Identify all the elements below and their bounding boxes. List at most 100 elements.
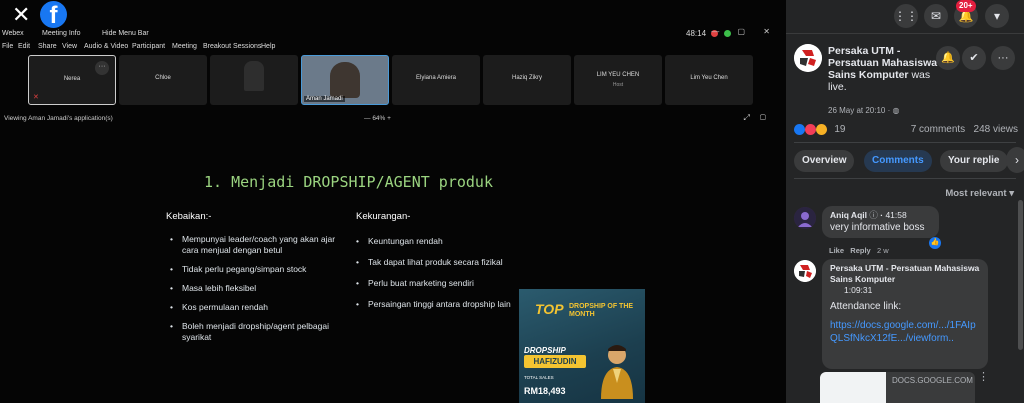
list-item: Tak dapat lihat produk secara fizikal (356, 257, 524, 268)
promo-dropship-label: DROPSHIP (524, 346, 566, 355)
menu-meeting[interactable]: Meeting (172, 43, 197, 50)
promo-total-label: TOTAL SALES (524, 375, 554, 380)
participant-tile[interactable]: Haziq Zikry (483, 55, 571, 105)
chevron-right-icon[interactable]: › (1006, 147, 1024, 173)
video-pane: ✕ f Webex Meeting Info Hide Menu Bar 48:… (0, 0, 786, 403)
comment-author[interactable]: Persaka UTM - Persatuan Mahasiswa Sains … (830, 263, 980, 285)
wow-reaction-icon (815, 124, 827, 135)
engagement-counts: 7 comments 248 views (911, 124, 1018, 135)
divider (794, 178, 1016, 179)
save-post-icon[interactable]: ✔ (962, 46, 986, 70)
globe-icon: ◍ (892, 106, 900, 115)
menu-view[interactable]: View (62, 43, 77, 50)
avatar[interactable] (794, 207, 816, 229)
comment-text: very informative boss (830, 222, 925, 233)
hide-menu-bar-link[interactable]: Hide Menu Bar (102, 30, 149, 37)
menu-file[interactable]: File (2, 43, 13, 50)
person-photo-icon (601, 345, 633, 399)
meeting-timer: 48:14 (686, 29, 707, 38)
info-icon: ⓘ (869, 210, 878, 220)
menu-participant[interactable]: Participant (132, 43, 165, 50)
page-name-link[interactable]: Persaka UTM - Persatuan Mahasiswa Sains … (828, 45, 943, 93)
participant-tile-active[interactable]: Aman Jamadi (301, 55, 389, 105)
participant-video (244, 61, 264, 91)
menu-share[interactable]: Share (38, 43, 57, 50)
participant-tile[interactable] (210, 55, 298, 105)
persaka-logo-icon (794, 44, 822, 72)
tab-your-replies[interactable]: Your replie (940, 150, 1008, 172)
slide-title: 1. Menjadi DROPSHIP/AGENT produk (204, 173, 493, 191)
comment-reply-link[interactable]: Reply (850, 246, 870, 255)
menu-help[interactable]: Help (261, 43, 275, 50)
bell-icon[interactable]: 🔔 (936, 46, 960, 70)
chevron-down-icon: ▾ (1009, 188, 1014, 199)
persaka-logo-icon (794, 260, 816, 282)
comment-text: Attendance link: (830, 301, 902, 312)
list-item: Perlu buat marketing sendiri (356, 278, 524, 289)
participant-name: Nerea (63, 76, 81, 82)
sort-dropdown[interactable]: Most relevant ▾ (945, 188, 1014, 199)
participant-tile[interactable]: LIM YEU CHEN Host (574, 55, 662, 105)
list-item: Keuntungan rendah (356, 236, 524, 247)
comment-time[interactable]: 1:09:31 (844, 285, 980, 296)
promo-image: TOP DROPSHIP OF THE MONTH DROPSHIP HAFIZ… (519, 289, 645, 403)
more-options-icon[interactable]: ⋮ (978, 370, 989, 383)
participant-name: LIM YEU CHEN (596, 72, 640, 78)
link-preview-card[interactable]: DOCS.GOOGLE.COM (820, 372, 975, 403)
list-item: Masa lebih fleksibel (170, 283, 345, 294)
participant-tile[interactable]: Elyiana Amiera (392, 55, 480, 105)
comment-author[interactable]: Aniq Aqil (830, 210, 867, 220)
menu-edit[interactable]: Edit (18, 43, 30, 50)
participant-name: Aman Jamadi (304, 96, 345, 102)
webex-app-label: Webex (2, 30, 24, 37)
messenger-icon[interactable]: ✉ (924, 4, 948, 28)
comments-count[interactable]: 7 comments (911, 124, 965, 135)
participant-name: Elyiana Amiera (415, 75, 457, 81)
reaction-count: 19 (834, 124, 846, 136)
link-preview-domain: DOCS.GOOGLE.COM (892, 376, 973, 385)
comment-time[interactable]: 41:58 (885, 210, 906, 220)
webex-title-bar: Webex Meeting Info Hide Menu Bar (0, 28, 786, 40)
promo-name: HAFIZUDIN (524, 355, 586, 368)
menu-breakout[interactable]: Breakout Sessions (203, 43, 261, 50)
participant-name: Chloe (155, 75, 171, 81)
more-options-icon[interactable]: ··· (95, 61, 109, 75)
account-dropdown-icon[interactable]: ▾ (985, 4, 1009, 28)
participant-tile[interactable]: Nerea ··· ✕ (28, 55, 116, 105)
comment-actions: Like Reply 2 w (829, 246, 889, 255)
comment-bubble: Persaka UTM - Persatuan Mahasiswa Sains … (822, 259, 988, 369)
post-date: 26 May at 20:10 · (828, 106, 893, 115)
avatar[interactable] (794, 260, 816, 282)
facebook-logo-icon[interactable]: f (40, 1, 67, 28)
meeting-info-link[interactable]: Meeting Info (42, 30, 81, 37)
link-preview-thumbnail (820, 372, 886, 403)
page-avatar[interactable] (794, 44, 822, 72)
post-timestamp[interactable]: 26 May at 20:10 · ◍ (828, 106, 899, 115)
list-item: Persaingan tinggi antara dropship lain (356, 299, 524, 310)
attendance-link[interactable]: https://docs.google.com/.../1FAIpQLSfNkc… (830, 319, 980, 345)
menu-grid-icon[interactable]: ⋮⋮ (894, 4, 918, 28)
comment-like-link[interactable]: Like (829, 246, 844, 255)
sort-label: Most relevant (945, 188, 1007, 199)
user-avatar-icon (794, 207, 816, 229)
viewing-status: Viewing Aman Jamadi's application(s) (4, 115, 113, 122)
tab-overview[interactable]: Overview (794, 150, 855, 172)
menu-audio-video[interactable]: Audio & Video (84, 43, 128, 50)
list-item: Mempunyai leader/coach yang akan ajar ca… (170, 234, 345, 256)
like-reaction-icon: 👍 (929, 237, 941, 249)
more-options-icon[interactable]: ··· (991, 46, 1015, 70)
promo-top: TOP (535, 301, 564, 317)
tab-comments[interactable]: Comments (864, 150, 932, 172)
close-icon[interactable]: ✕ (12, 4, 32, 26)
comment-bubble: Aniq Aqil ⓘ · 41:58 very informative bos… (822, 206, 939, 238)
scrollbar[interactable] (1018, 200, 1023, 350)
window-controls[interactable]: — ▢ ✕ (711, 27, 778, 36)
participant-tile[interactable]: Lim Yeu Chen (665, 55, 753, 105)
participant-role: Host (612, 82, 624, 88)
reactions-summary[interactable]: 19 (794, 124, 845, 135)
participant-tile[interactable]: Chloe (119, 55, 207, 105)
views-count: 248 views (973, 124, 1018, 135)
header-divider (786, 33, 1024, 34)
view-options-icon[interactable]: ⤢▢ (744, 113, 777, 123)
zoom-control[interactable]: — 64% + (364, 115, 391, 122)
